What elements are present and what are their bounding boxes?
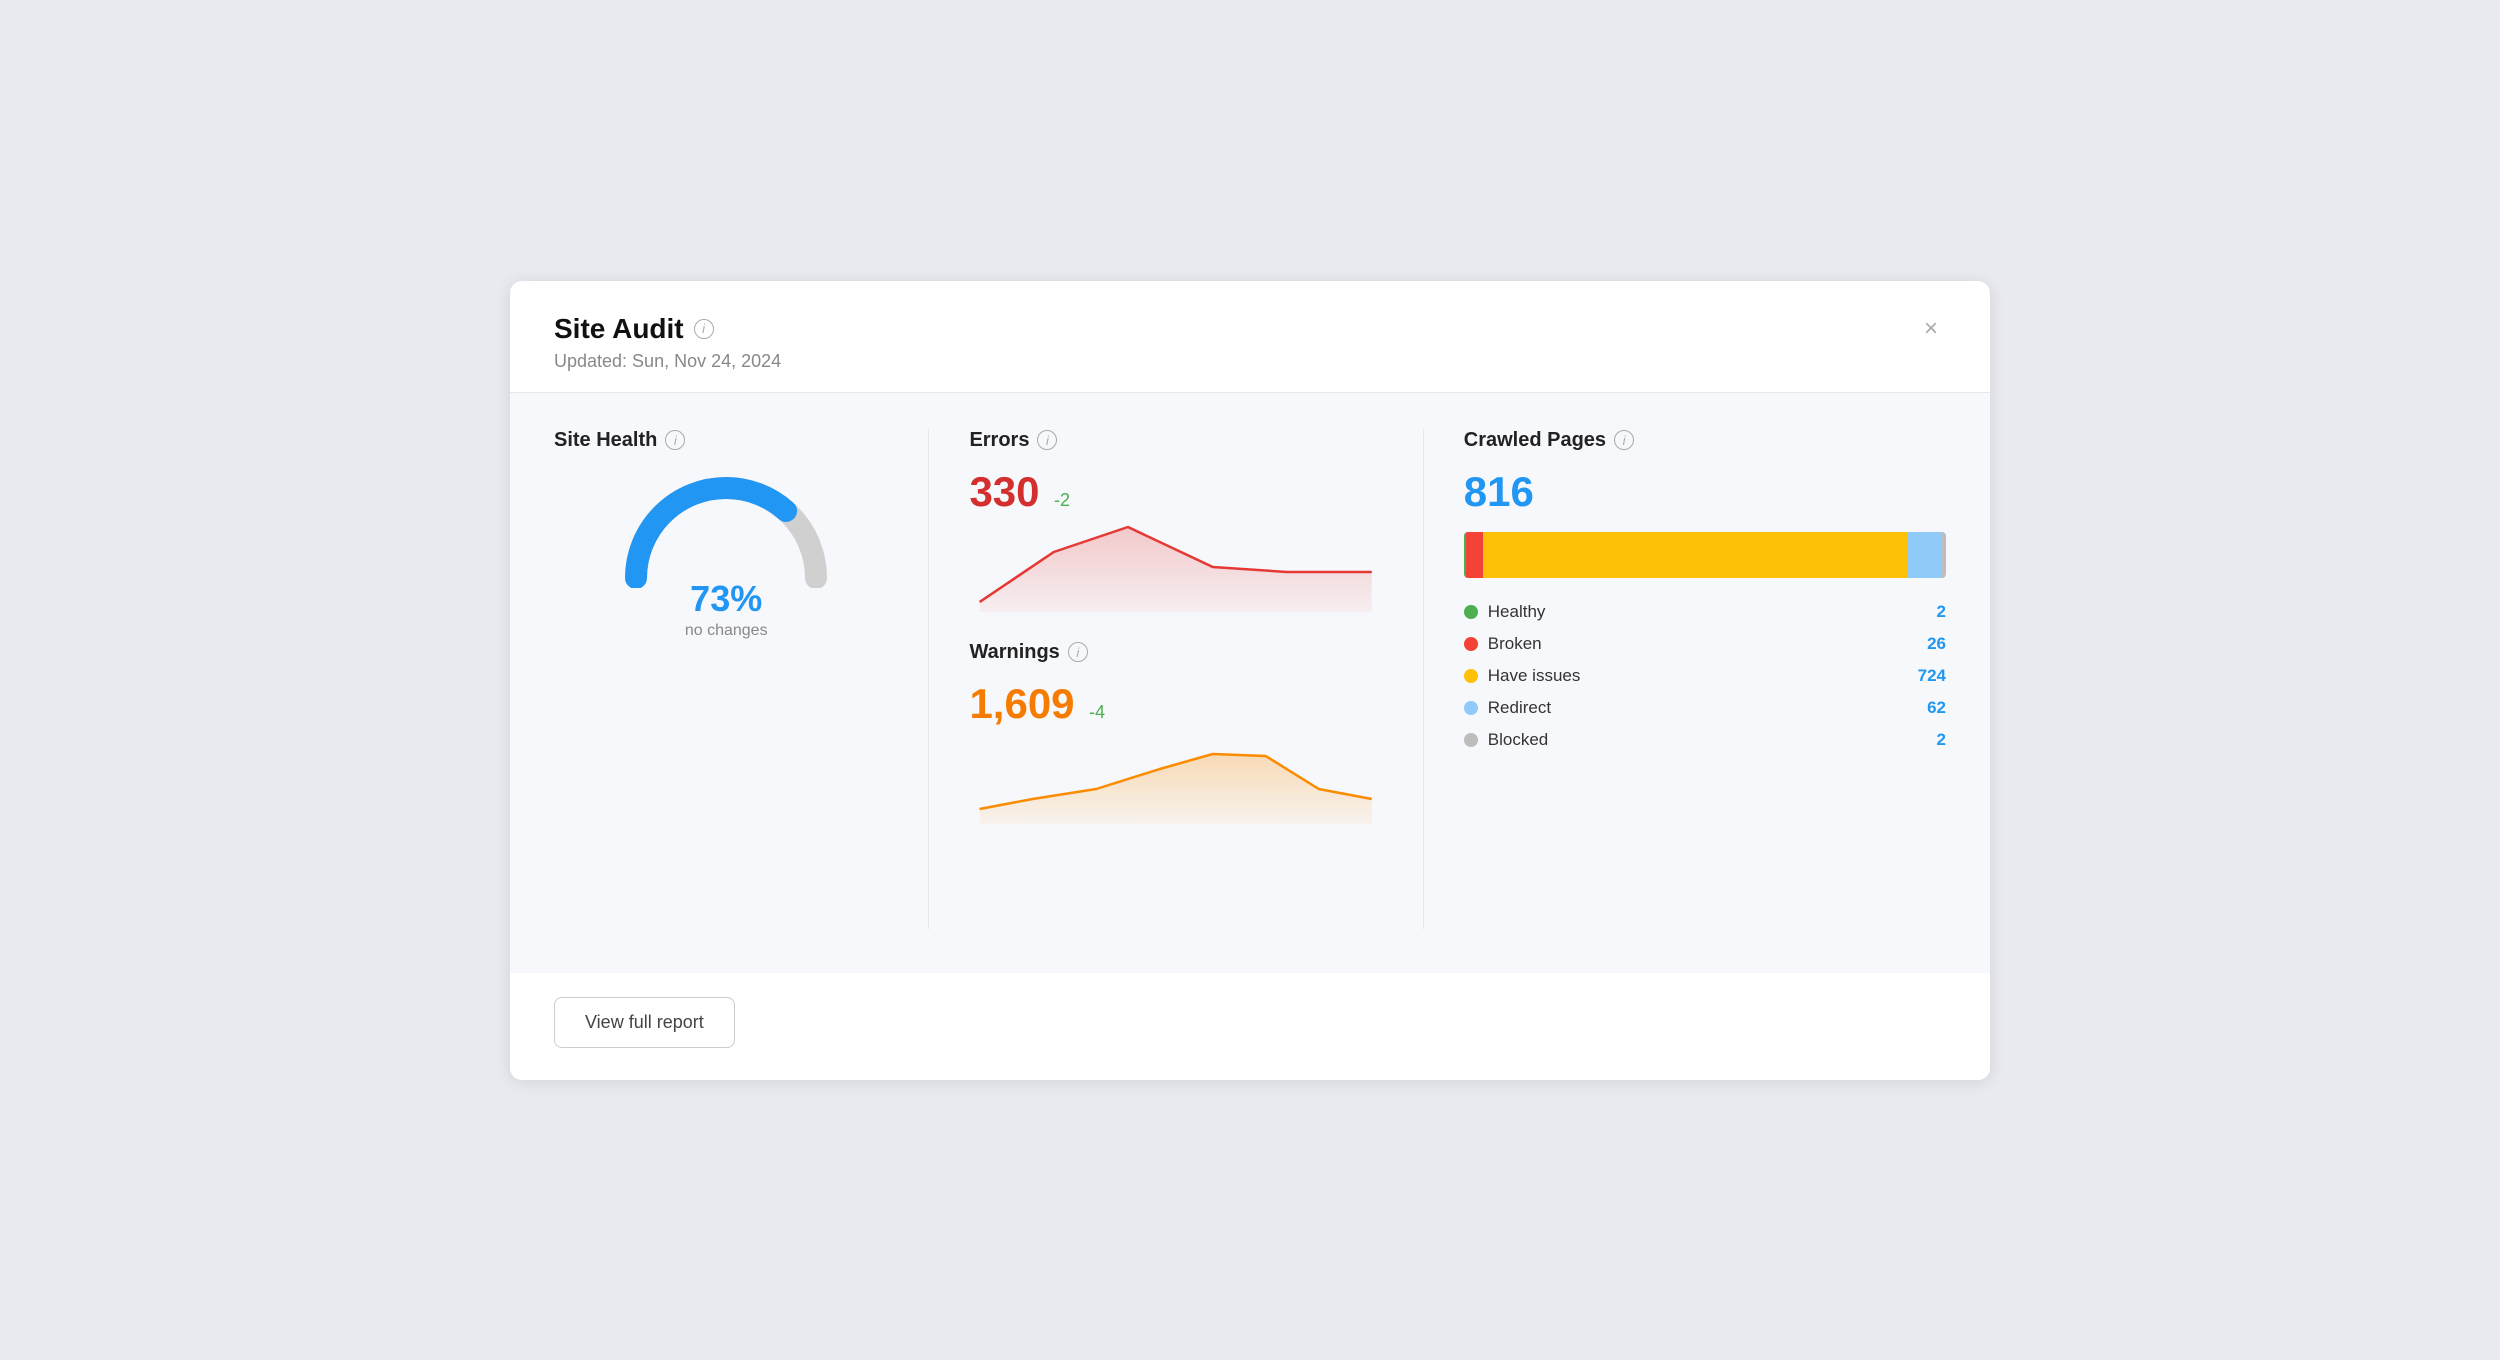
errors-value-row: 330 -2 xyxy=(969,468,1382,516)
stacked-bar xyxy=(1464,532,1946,578)
dot-blocked xyxy=(1464,733,1478,747)
gauge-sub: no changes xyxy=(685,622,768,640)
errors-block: Errors i 330 -2 xyxy=(969,429,1382,617)
card-title-text: Site Audit xyxy=(554,313,684,345)
card-body: Site Health i 73% no changes xyxy=(510,393,1990,973)
label-blocked: Blocked xyxy=(1488,730,1548,750)
warnings-delta: -4 xyxy=(1089,702,1105,722)
label-healthy: Healthy xyxy=(1488,602,1546,622)
warnings-block: Warnings i 1,609 -4 xyxy=(969,641,1382,829)
card-header: Site Audit i × Updated: Sun, Nov 24, 202… xyxy=(510,281,1990,393)
errors-chart xyxy=(969,522,1382,612)
label-broken: Broken xyxy=(1488,634,1542,654)
dot-issues xyxy=(1464,669,1478,683)
crawled-pages-section: Crawled Pages i 816 Healthy 2 xyxy=(1424,429,1946,929)
bar-issues xyxy=(1483,532,1907,578)
dot-healthy xyxy=(1464,605,1478,619)
legend-broken: Broken 26 xyxy=(1464,634,1946,654)
warnings-title: Warnings i xyxy=(969,641,1382,664)
site-audit-card: Site Audit i × Updated: Sun, Nov 24, 202… xyxy=(510,281,1990,1080)
count-broken: 26 xyxy=(1927,634,1946,654)
count-blocked: 2 xyxy=(1937,730,1946,750)
errors-value: 330 xyxy=(969,468,1039,516)
gauge-label: 73% no changes xyxy=(685,578,768,640)
close-button[interactable]: × xyxy=(1916,313,1946,345)
dot-redirect xyxy=(1464,701,1478,715)
warnings-value: 1,609 xyxy=(969,680,1074,728)
legend-healthy: Healthy 2 xyxy=(1464,602,1946,622)
bar-redirect xyxy=(1907,532,1941,578)
gauge-container: 73% no changes xyxy=(554,468,898,640)
dot-broken xyxy=(1464,637,1478,651)
crawled-value: 816 xyxy=(1464,468,1946,516)
site-health-section: Site Health i 73% no changes xyxy=(554,429,929,929)
card-title-row: Site Audit i xyxy=(554,313,714,345)
legend-blocked: Blocked 2 xyxy=(1464,730,1946,750)
errors-title: Errors i xyxy=(969,429,1382,452)
warnings-value-row: 1,609 -4 xyxy=(969,680,1382,728)
count-healthy: 2 xyxy=(1937,602,1946,622)
header-info-icon[interactable]: i xyxy=(694,319,714,339)
metrics-section: Errors i 330 -2 xyxy=(929,429,1423,929)
count-redirect: 62 xyxy=(1927,698,1946,718)
crawled-info-icon[interactable]: i xyxy=(1614,430,1634,450)
site-health-title: Site Health i xyxy=(554,429,898,452)
errors-delta: -2 xyxy=(1054,490,1070,510)
warnings-chart xyxy=(969,734,1382,824)
gauge-percent: 73% xyxy=(685,578,768,620)
legend-have-issues: Have issues 724 xyxy=(1464,666,1946,686)
label-redirect: Redirect xyxy=(1488,698,1551,718)
card-footer: View full report xyxy=(510,973,1990,1080)
site-health-info-icon[interactable]: i xyxy=(665,430,685,450)
crawled-title: Crawled Pages i xyxy=(1464,429,1946,452)
warnings-info-icon[interactable]: i xyxy=(1068,642,1088,662)
card-subtitle: Updated: Sun, Nov 24, 2024 xyxy=(554,351,1946,372)
legend-redirect: Redirect 62 xyxy=(1464,698,1946,718)
view-full-report-button[interactable]: View full report xyxy=(554,997,735,1048)
bar-broken xyxy=(1466,532,1483,578)
gauge-svg xyxy=(616,468,836,588)
errors-info-icon[interactable]: i xyxy=(1037,430,1057,450)
label-issues: Have issues xyxy=(1488,666,1581,686)
legend: Healthy 2 Broken 26 Have issues xyxy=(1464,602,1946,750)
bar-blocked xyxy=(1941,532,1946,578)
count-issues: 724 xyxy=(1918,666,1946,686)
